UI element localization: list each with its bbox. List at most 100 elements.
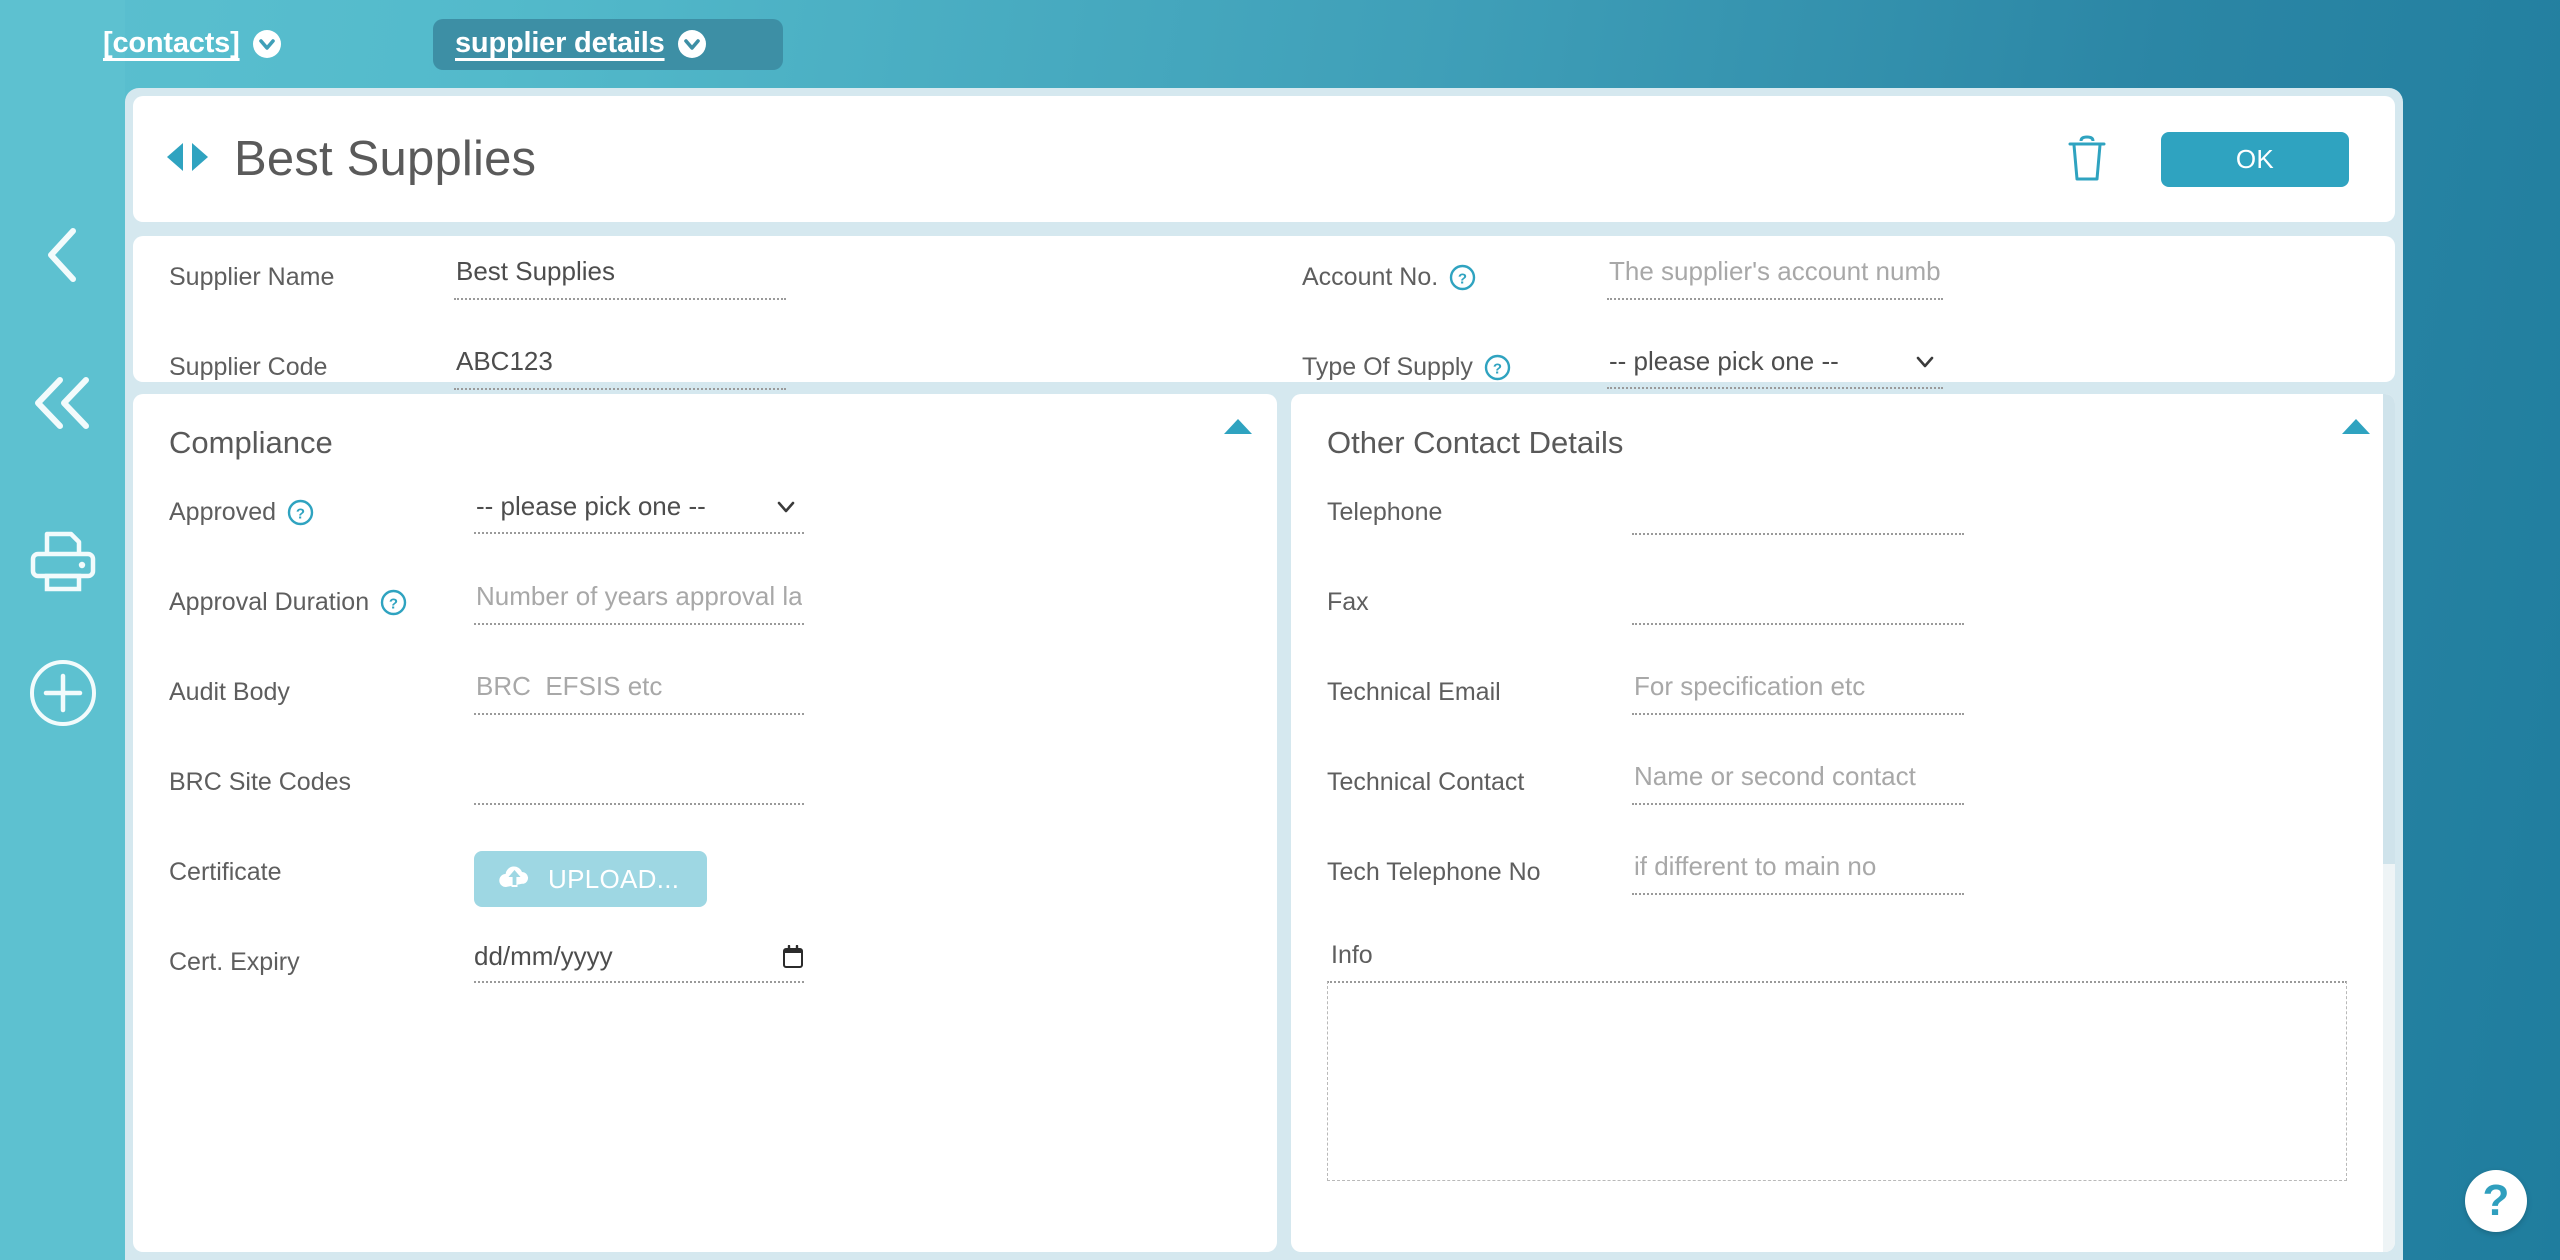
triangle-up-icon[interactable]	[1223, 418, 1253, 441]
help-icon[interactable]: ?	[287, 499, 314, 526]
approved-label: Approved ?	[169, 491, 474, 527]
field-technical-email: Technical Email	[1327, 671, 2395, 761]
account-no-label-text: Account No.	[1302, 263, 1439, 291]
detail-panels: Compliance Approved ? -- please pick one…	[133, 394, 2395, 1252]
brc-site-codes-input[interactable]	[474, 761, 804, 805]
compliance-panel-title: Compliance	[169, 425, 333, 460]
chevron-left-icon	[41, 225, 85, 285]
account-no-input[interactable]	[1607, 256, 1943, 300]
audit-body-input[interactable]	[474, 671, 804, 715]
chevron-double-left-icon	[30, 375, 96, 431]
triangle-right-icon[interactable]	[190, 140, 212, 179]
svg-text:?: ?	[389, 596, 398, 613]
help-icon[interactable]: ?	[380, 589, 407, 616]
help-icon[interactable]: ?	[1484, 354, 1511, 381]
telephone-label: Telephone	[1327, 498, 1443, 526]
help-button[interactable]: ?	[2465, 1170, 2527, 1232]
account-no-control	[1607, 256, 1943, 300]
tab-contacts[interactable]: [contacts]	[81, 19, 303, 70]
telephone-control	[1632, 491, 1964, 535]
tech-telephone-no-input[interactable]	[1632, 851, 1964, 895]
telephone-input[interactable]	[1632, 491, 1964, 535]
field-approval-duration: Approval Duration ?	[169, 581, 1277, 671]
technical-contact-control	[1632, 761, 1964, 805]
supplier-name-input[interactable]	[454, 256, 786, 300]
approval-duration-input[interactable]	[474, 581, 804, 625]
page-title: Best Supplies	[234, 132, 537, 186]
cert-expiry-control[interactable]: dd/mm/yyyy	[474, 941, 804, 983]
record-navigation[interactable]	[163, 140, 212, 179]
supplier-name-label: Supplier Name	[169, 263, 335, 291]
printer-icon	[27, 528, 99, 594]
basic-left-column: Supplier Name Supplier Code	[133, 236, 1264, 390]
svg-text:?: ?	[296, 506, 305, 523]
fax-input[interactable]	[1632, 581, 1964, 625]
field-technical-contact: Technical Contact	[1327, 761, 2395, 851]
technical-email-input[interactable]	[1632, 671, 1964, 715]
tech-telephone-no-label: Tech Telephone No	[1327, 858, 1541, 886]
certificate-control: UPLOAD...	[474, 851, 804, 907]
sidebar-item-collapse[interactable]	[0, 353, 125, 453]
upload-button[interactable]: UPLOAD...	[474, 851, 708, 907]
triangle-left-icon[interactable]	[163, 140, 185, 179]
sidebar	[0, 0, 125, 1260]
tech-telephone-no-control	[1632, 851, 1964, 895]
type-of-supply-select[interactable]: -- please pick one --	[1607, 346, 1943, 389]
field-info: Info	[1327, 941, 2395, 1186]
field-fax: Fax	[1327, 581, 2395, 671]
other-contact-panel-title: Other Contact Details	[1327, 425, 1624, 460]
technical-contact-input[interactable]	[1632, 761, 1964, 805]
trash-icon[interactable]	[2065, 134, 2109, 184]
field-account-no: Account No. ?	[1302, 256, 2395, 346]
type-of-supply-control: -- please pick one --	[1607, 346, 1943, 389]
approval-duration-label: Approval Duration ?	[169, 581, 474, 617]
other-contact-fields: Telephone Fax Technical Email For specif…	[1291, 461, 2395, 1186]
supplier-code-label: Supplier Code	[169, 353, 328, 381]
info-textarea[interactable]	[1327, 981, 2347, 1181]
sidebar-item-print[interactable]	[0, 511, 125, 611]
brc-site-codes-control	[474, 761, 804, 805]
info-label: Info	[1331, 941, 1373, 969]
field-supplier-name: Supplier Name	[169, 256, 1264, 346]
sidebar-item-back[interactable]	[0, 205, 125, 305]
fax-label: Fax	[1327, 588, 1369, 616]
triangle-up-icon[interactable]	[2341, 418, 2371, 441]
approved-control: -- please pick one --	[474, 491, 804, 534]
other-contact-details-panel: Other Contact Details Telephone Fax Tech…	[1291, 394, 2395, 1252]
panel-scrollbar-thumb[interactable]	[2383, 394, 2395, 864]
card-header: Best Supplies OK	[133, 96, 2395, 222]
header-actions: OK	[2065, 131, 2349, 187]
tab-supplier-details[interactable]: supplier details	[433, 19, 783, 70]
type-of-supply-label-text: Type Of Supply	[1302, 353, 1473, 381]
brc-site-codes-label: BRC Site Codes	[169, 768, 352, 796]
plus-circle-icon	[28, 658, 98, 728]
calendar-icon[interactable]	[782, 944, 804, 969]
upload-button-label: UPLOAD...	[548, 863, 680, 894]
sidebar-item-add[interactable]	[0, 643, 125, 743]
help-icon[interactable]: ?	[1449, 264, 1476, 291]
svg-text:?: ?	[1493, 361, 1502, 378]
field-approved: Approved ? -- please pick one --	[169, 491, 1277, 581]
field-telephone: Telephone	[1327, 491, 2395, 581]
chevron-down-circle-icon[interactable]	[677, 29, 706, 58]
fax-control	[1632, 581, 1964, 625]
type-of-supply-label: Type Of Supply ?	[1302, 346, 1607, 382]
technical-email-control	[1632, 671, 1964, 715]
technical-contact-label: Technical Contact	[1327, 768, 1525, 796]
ok-button[interactable]: OK	[2161, 131, 2349, 187]
approved-select[interactable]: -- please pick one --	[474, 491, 804, 534]
technical-email-label: Technical Email	[1327, 678, 1501, 706]
audit-body-label: Audit Body	[169, 678, 290, 706]
question-mark-icon: ?	[2482, 1176, 2510, 1225]
field-brc-site-codes: BRC Site Codes	[169, 761, 1277, 851]
supplier-code-input[interactable]	[454, 346, 786, 390]
chevron-down-circle-icon[interactable]	[252, 29, 281, 58]
panel-scrollbar[interactable]	[2383, 394, 2395, 1252]
supplier-name-control	[454, 256, 786, 300]
certificate-label: Certificate	[169, 858, 282, 886]
approval-duration-label-text: Approval Duration	[169, 588, 370, 616]
tab-supplier-details-label: supplier details	[455, 27, 665, 59]
audit-body-control	[474, 671, 804, 715]
supplier-basic-panel: Supplier Name Supplier Code Account No.	[133, 236, 2395, 390]
approval-duration-control	[474, 581, 804, 625]
